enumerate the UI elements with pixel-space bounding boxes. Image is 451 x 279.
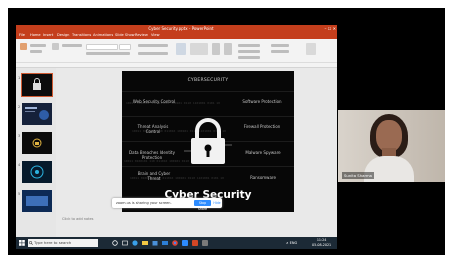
ribbon-control[interactable]: [62, 44, 82, 47]
edge-icon[interactable]: [132, 240, 138, 246]
ribbon-control[interactable]: [238, 50, 260, 53]
background-line: [122, 91, 294, 92]
slide-thumbnail-1[interactable]: [21, 73, 53, 97]
screen-share-bar: zoom.us is sharing your screen. Stop Sha…: [112, 198, 222, 211]
windows-taskbar: Type here to search ∧ ENG 11:24 05-08-20…: [16, 237, 337, 249]
slide-canvas[interactable]: 10011 0100101 110 011010 100101 0110 110…: [122, 71, 294, 212]
notes-placeholder[interactable]: Click to add notes: [62, 217, 122, 221]
participant-name-label: Sunita Sharma: [342, 172, 374, 179]
windows-start-icon[interactable]: [19, 240, 25, 246]
designer-icon[interactable]: [306, 43, 316, 55]
ribbon-group-labels: [16, 62, 337, 63]
ribbon-control[interactable]: [138, 52, 168, 55]
thumbnail-graphic: [30, 165, 44, 179]
keyword-firewall: Firewall Protection: [243, 124, 281, 129]
keyword-web-security: Web Security Control: [132, 99, 176, 104]
store-icon[interactable]: [152, 240, 158, 246]
shape-gallery[interactable]: [190, 43, 208, 55]
tab-file[interactable]: File: [19, 32, 25, 39]
chrome-icon[interactable]: [172, 240, 178, 246]
share-status-text: zoom.us is sharing your screen.: [116, 201, 172, 205]
padlock-icon: [184, 118, 232, 164]
ribbon-toolbar: [16, 39, 337, 68]
search-icon: [29, 241, 33, 245]
taskbar-clock[interactable]: 11:24 05-08-2021: [312, 238, 331, 248]
thumbnail-graphic: [32, 138, 42, 148]
shape-icon[interactable]: [176, 43, 186, 55]
ribbon-control[interactable]: [30, 50, 42, 53]
thumbnail-number: 1: [18, 76, 21, 80]
thumbnail-number: 3: [18, 134, 21, 138]
tab-view[interactable]: View: [151, 32, 160, 39]
app-icon[interactable]: [202, 240, 208, 246]
outer-border-top: [0, 0, 451, 8]
slide-heading: CYBERSECURITY: [187, 78, 229, 83]
font-size-selector[interactable]: [119, 44, 131, 50]
tab-design[interactable]: Design: [57, 32, 69, 39]
taskbar-search-box[interactable]: Type here to search: [28, 239, 98, 247]
mail-icon[interactable]: [162, 240, 168, 246]
system-tray[interactable]: ∧ ENG: [286, 237, 297, 249]
outer-border-left: [0, 0, 8, 279]
paste-icon[interactable]: [20, 43, 27, 50]
thumbnail-number: 2: [18, 105, 21, 109]
slide-thumbnail-5[interactable]: [22, 190, 52, 212]
keyword-malware: Malware Spyware: [245, 150, 281, 155]
tab-animations[interactable]: Animations: [93, 32, 113, 39]
ribbon-control[interactable]: [271, 50, 289, 53]
slide-thumbnail-3[interactable]: [22, 132, 52, 154]
thumbnail-graphic: [25, 107, 49, 120]
keyword-software-protection: Software Protection: [242, 99, 282, 104]
thumbnail-graphic: [26, 196, 48, 206]
ppt-window-title: Cyber Security.pptx - PowerPoint: [148, 26, 214, 31]
arrange-icon[interactable]: [212, 43, 220, 55]
keyword-ransomware: Ransomware: [250, 175, 276, 180]
task-view-icon[interactable]: [122, 240, 128, 246]
participant-video-tile[interactable]: Sunita Sharma: [338, 110, 445, 182]
powerpoint-icon[interactable]: [192, 240, 198, 246]
tab-slide-show[interactable]: Slide Show: [115, 32, 135, 39]
slide-thumbnail-4[interactable]: [22, 161, 52, 183]
ribbon-control[interactable]: [238, 44, 260, 47]
clock-date: 05-08-2021: [312, 243, 332, 247]
lock-icon: [33, 78, 41, 90]
thumbnail-number: 4: [18, 163, 21, 167]
tab-insert[interactable]: Insert: [43, 32, 53, 39]
new-slide-icon[interactable]: [52, 43, 59, 50]
stop-share-button[interactable]: Stop Share: [194, 200, 211, 211]
keyword-data-breaches: Data Breaches Identity Protection: [129, 150, 175, 160]
tab-home[interactable]: Home: [30, 32, 41, 39]
slide-thumbnail-2[interactable]: [22, 103, 52, 125]
window-controls[interactable]: – ☐ ✕: [306, 25, 336, 32]
font-selector[interactable]: [86, 44, 118, 50]
ribbon-control[interactable]: [238, 56, 260, 59]
outer-border-bottom: [0, 255, 451, 279]
tab-review[interactable]: Review: [135, 32, 148, 39]
thumbnail-number: 5: [18, 192, 21, 196]
hide-button[interactable]: Hide: [213, 200, 221, 206]
zoom-icon[interactable]: [182, 240, 188, 246]
keyword-cyber-threat: Brain and Cyber Threat: [137, 171, 171, 181]
ribbon-tabs: File Home Insert Design Transitions Anim…: [16, 32, 337, 39]
keyword-threat-analysis: Threat Analysis Control: [137, 124, 169, 134]
quick-styles-icon[interactable]: [224, 43, 232, 55]
ribbon-control[interactable]: [30, 44, 46, 47]
ribbon-control[interactable]: [271, 44, 289, 47]
file-explorer-icon[interactable]: [142, 240, 148, 246]
ribbon-control[interactable]: [86, 52, 130, 55]
ribbon-control[interactable]: [138, 44, 168, 47]
tab-transitions[interactable]: Transitions: [72, 32, 91, 39]
cortana-icon[interactable]: [112, 240, 118, 246]
search-placeholder: Type here to search: [34, 240, 72, 245]
slide-thumbnail-pane: 1 2 3 4 5: [16, 68, 56, 237]
